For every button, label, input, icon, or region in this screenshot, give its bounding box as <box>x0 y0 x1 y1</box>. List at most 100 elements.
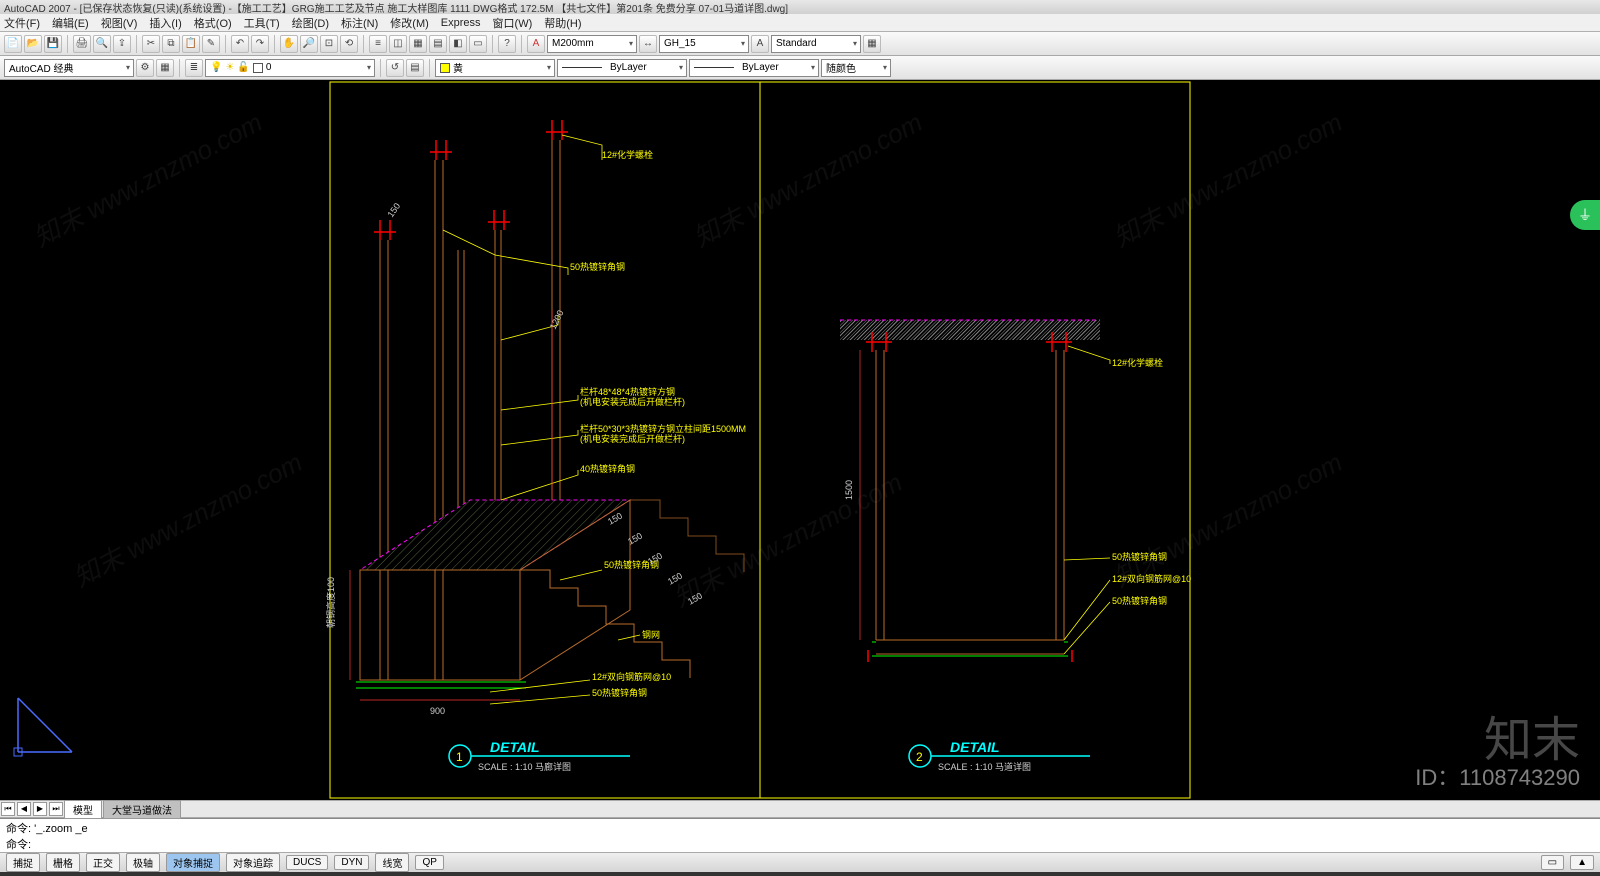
cut-icon[interactable]: ✂ <box>142 35 160 53</box>
menu-edit[interactable]: 编辑(E) <box>52 15 89 31</box>
status-osnap[interactable]: 对象捕捉 <box>166 853 220 872</box>
color-combo[interactable]: 黄 <box>435 59 555 77</box>
drawing-canvas[interactable]: 知末 www.znzmo.com 知末 www.znzmo.com 知末 www… <box>0 80 1600 800</box>
menu-help[interactable]: 帮助(H) <box>544 15 581 31</box>
help-icon[interactable]: ? <box>498 35 516 53</box>
menu-tools[interactable]: 工具(T) <box>244 15 280 31</box>
lineweight-combo[interactable]: ByLayer <box>689 59 819 77</box>
menu-express[interactable]: Express <box>441 17 481 29</box>
toolbar-standard: 📄 📂 💾 🖨 🔍 ⇪ ✂ ⧉ 📋 ✎ ↶ ↷ ✋ 🔎 ⊡ ⟲ ≡ ◫ ▦ ▤ … <box>0 32 1600 56</box>
layer-mgr-icon[interactable]: ≣ <box>185 59 203 77</box>
status-polar[interactable]: 极轴 <box>126 853 160 872</box>
tab-prev-icon[interactable]: ◀ <box>17 802 31 816</box>
menu-file[interactable]: 文件(F) <box>4 15 40 31</box>
zoom-prev-icon[interactable]: ⟲ <box>340 35 358 53</box>
status-grid[interactable]: 栅格 <box>46 853 80 872</box>
anno2-bolt: 12#化学螺栓 <box>1112 357 1163 368</box>
menu-dim[interactable]: 标注(N) <box>341 15 378 31</box>
dim-icon[interactable]: A <box>527 35 545 53</box>
dimstyle-combo[interactable]: GH_15 <box>659 35 749 53</box>
new-icon[interactable]: 📄 <box>4 35 22 53</box>
copy-icon[interactable]: ⧉ <box>162 35 180 53</box>
save-icon[interactable]: 💾 <box>44 35 62 53</box>
status-lwt[interactable]: 线宽 <box>375 853 409 872</box>
ucs-icon <box>10 690 80 760</box>
paste-icon[interactable]: 📋 <box>182 35 200 53</box>
preview-icon[interactable]: 🔍 <box>93 35 111 53</box>
layer-prev-icon[interactable]: ↺ <box>386 59 404 77</box>
detail1-title: DETAIL <box>490 739 540 755</box>
tab-layout-1[interactable]: 大堂马道做法 <box>103 800 181 819</box>
status-qp[interactable]: QP <box>415 855 443 870</box>
drawing-svg: 12#化学螺栓 50热镀锌角钢 栏杆48*48*4热镀锌方钢(机电安装完成后开做… <box>0 80 1600 800</box>
menu-draw[interactable]: 绘图(D) <box>292 15 329 31</box>
dim-side-note: 朝钢高度100 <box>325 577 336 628</box>
dimstyle-icon[interactable]: ↔ <box>639 35 657 53</box>
annoscale-combo[interactable]: M200mm <box>547 35 637 53</box>
status-annotate-icon[interactable]: ▲ <box>1570 855 1594 870</box>
zoom-win-icon[interactable]: ⊡ <box>320 35 338 53</box>
markup-icon[interactable]: ◧ <box>449 35 467 53</box>
menu-modify[interactable]: 修改(M) <box>390 15 429 31</box>
status-snap[interactable]: 捕捉 <box>6 853 40 872</box>
detail1-num: 1 <box>456 750 463 764</box>
separator <box>492 35 493 53</box>
ws-settings-icon[interactable]: ⚙ <box>136 59 154 77</box>
tab-next-icon[interactable]: ▶ <box>33 802 47 816</box>
props-icon[interactable]: ≡ <box>369 35 387 53</box>
command-line[interactable]: 命令: '_.zoom _e 命令: <box>0 818 1600 852</box>
table-style-icon[interactable]: ▦ <box>863 35 881 53</box>
dim-150: 150 <box>385 201 402 219</box>
window-title: AutoCAD 2007 - [已保存状态恢复(只读)(系统设置) -【施工工艺… <box>4 4 788 14</box>
menu-view[interactable]: 视图(V) <box>101 15 138 31</box>
anno2-rebar: 12#双向钢筋网@10 <box>1112 573 1191 584</box>
design-center-icon[interactable]: ◫ <box>389 35 407 53</box>
separator <box>521 35 522 53</box>
print-icon[interactable]: 🖨 <box>73 35 91 53</box>
lightbulb-icon: 💡 <box>210 62 222 73</box>
open-icon[interactable]: 📂 <box>24 35 42 53</box>
lock-icon: 🔓 <box>237 62 249 73</box>
status-bar: 捕捉 栅格 正交 极轴 对象捕捉 对象追踪 DUCS DYN 线宽 QP ▭ ▲ <box>0 852 1600 872</box>
ws-save-icon[interactable]: ▦ <box>156 59 174 77</box>
status-model-button[interactable]: ▭ <box>1541 855 1564 870</box>
separator <box>363 35 364 53</box>
cmd-prompt[interactable]: 命令: <box>6 836 1594 852</box>
tab-first-icon[interactable]: ⏮ <box>1 802 15 816</box>
workspace-combo[interactable]: AutoCAD 经典 <box>4 59 134 77</box>
anno2-50b: 50热镀锌角钢 <box>1112 595 1167 606</box>
status-dyn[interactable]: DYN <box>334 855 369 870</box>
plotstyle-combo[interactable]: 随颜色 <box>821 59 891 77</box>
separator <box>429 59 430 77</box>
pan-icon[interactable]: ✋ <box>280 35 298 53</box>
textstyle-icon[interactable]: A <box>751 35 769 53</box>
sheetset-icon[interactable]: ▤ <box>429 35 447 53</box>
status-otrack[interactable]: 对象追踪 <box>226 853 280 872</box>
tab-last-icon[interactable]: ⏭ <box>49 802 63 816</box>
dim-1200: 1200 <box>548 308 566 330</box>
cmd-history: 命令: '_.zoom _e <box>6 820 1594 836</box>
publish-icon[interactable]: ⇪ <box>113 35 131 53</box>
undo-icon[interactable]: ↶ <box>231 35 249 53</box>
dim-900: 900 <box>430 706 445 716</box>
menu-insert[interactable]: 插入(I) <box>149 15 181 31</box>
match-icon[interactable]: ✎ <box>202 35 220 53</box>
status-ortho[interactable]: 正交 <box>86 853 120 872</box>
linetype-combo[interactable]: ByLayer <box>557 59 687 77</box>
layer-combo[interactable]: 💡 ☀ 🔓 0 <box>205 59 375 77</box>
linetype-preview <box>562 67 602 68</box>
network-icon[interactable]: ⏚ <box>1570 200 1600 230</box>
anno-rail-48: 栏杆48*48*4热镀锌方钢(机电安装完成后开做栏杆) <box>580 386 685 407</box>
menu-format[interactable]: 格式(O) <box>194 15 232 31</box>
zoom-rt-icon[interactable]: 🔎 <box>300 35 318 53</box>
textstyle-combo[interactable]: Standard <box>771 35 861 53</box>
redo-icon[interactable]: ↷ <box>251 35 269 53</box>
anno-angle-50: 50热镀锌角钢 <box>570 261 625 272</box>
color-value: 黄 <box>453 60 463 75</box>
menu-window[interactable]: 窗口(W) <box>493 15 533 31</box>
tab-model[interactable]: 模型 <box>64 800 102 819</box>
layer-states-icon[interactable]: ▤ <box>406 59 424 77</box>
status-ducs[interactable]: DUCS <box>286 855 328 870</box>
tool-palette-icon[interactable]: ▦ <box>409 35 427 53</box>
calc-icon[interactable]: ▭ <box>469 35 487 53</box>
